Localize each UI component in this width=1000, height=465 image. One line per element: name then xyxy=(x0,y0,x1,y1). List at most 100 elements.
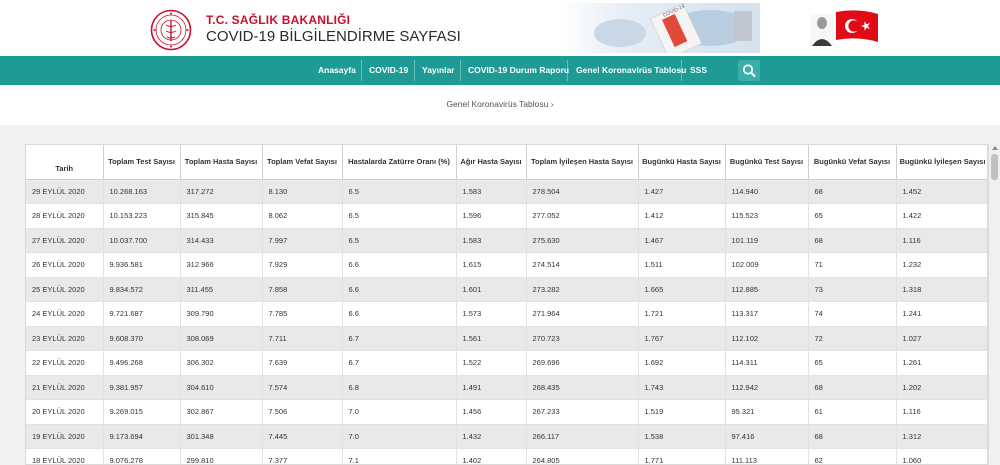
table-cell: 7.639 xyxy=(262,350,343,376)
column-header[interactable]: Bugünkü Test Sayısı xyxy=(725,145,809,180)
column-header[interactable]: Toplam Vefat Sayısı xyxy=(262,145,343,180)
table-cell: 1.422 xyxy=(896,203,987,229)
table-cell: 6.7 xyxy=(342,350,457,376)
search-button[interactable] xyxy=(738,60,760,81)
date-cell: 19 EYLÜL 2020 xyxy=(26,424,104,449)
table-cell: 65 xyxy=(808,350,897,376)
breadcrumb[interactable]: Genel Koronavirüs Tablosu › xyxy=(0,99,1000,109)
table-cell: 1.692 xyxy=(638,350,726,376)
table-cell: 278.504 xyxy=(526,179,639,204)
data-table: Tarih Toplam Test Sayısı Toplam Hasta Sa… xyxy=(26,145,987,464)
table-cell: 314.433 xyxy=(180,228,263,253)
nav-item-genel-tablo[interactable]: Genel Koronavirüs Tablosu xyxy=(576,56,686,85)
date-cell: 22 EYLÜL 2020 xyxy=(26,350,104,376)
covid-banner-image: COVID-19 xyxy=(560,3,760,53)
table-row: 21 EYLÜL 2020 9.381.957 304.610 7.574 6.8 1.4… xyxy=(26,375,987,400)
date-cell: 25 EYLÜL 2020 xyxy=(26,277,104,302)
date-cell: 24 EYLÜL 2020 xyxy=(26,301,104,327)
date-cell: 20 EYLÜL 2020 xyxy=(26,399,104,425)
nav-item-durum-raporu[interactable]: COVID-19 Durum Raporu xyxy=(468,56,569,85)
table-cell: 7.711 xyxy=(262,326,343,351)
table-cell: 65 xyxy=(808,203,897,229)
table-cell: 1.241 xyxy=(896,301,987,327)
nav-divider xyxy=(414,60,415,81)
table-cell: 9.269.015 xyxy=(103,399,181,425)
table-cell: 1.665 xyxy=(638,277,726,302)
table-row: 23 EYLÜL 2020 9.608.370 308.069 7.711 6.7 1.5… xyxy=(26,326,987,351)
column-header[interactable]: Toplam Hasta Sayısı xyxy=(180,145,263,180)
table-cell: 1.202 xyxy=(896,375,987,400)
column-header[interactable]: Ağır Hasta Sayısı xyxy=(456,145,527,180)
table-cell: 271.964 xyxy=(526,301,639,327)
table-cell: 315.845 xyxy=(180,203,263,229)
table-cell: 7.785 xyxy=(262,301,343,327)
date-cell: 23 EYLÜL 2020 xyxy=(26,326,104,351)
table-cell: 1.519 xyxy=(638,399,726,425)
table-body: 29 EYLÜL 2020 10.268.163 317.272 8.130 6.5 1.… xyxy=(26,179,987,464)
nav-divider xyxy=(681,60,682,81)
table-cell: 111.113 xyxy=(725,448,809,464)
table-row: 22 EYLÜL 2020 9.496.268 306.302 7.639 6.7 1.5… xyxy=(26,350,987,376)
table-cell: 1.743 xyxy=(638,375,726,400)
scrollbar-thumb[interactable] xyxy=(991,154,998,180)
table-cell: 1.511 xyxy=(638,252,726,278)
nav-item-sss[interactable]: SSS xyxy=(690,56,707,85)
table-cell: 112.885 xyxy=(725,277,809,302)
site-header: T.C. SAĞLIK BAKANLIĞI COVID-19 BİLGİLEND… xyxy=(0,0,1000,56)
table-row: 24 EYLÜL 2020 9.721.687 309.790 7.785 6.6 1.5… xyxy=(26,301,987,327)
table-cell: 1.427 xyxy=(638,179,726,204)
table-cell: 97.416 xyxy=(725,424,809,449)
table-cell: 1.456 xyxy=(456,399,527,425)
table-cell: 1.312 xyxy=(896,424,987,449)
scroll-up-arrow-icon[interactable] xyxy=(992,146,998,150)
table-scrollbar[interactable] xyxy=(988,144,1000,465)
column-header[interactable]: Tarih xyxy=(26,145,104,180)
nav-item-anasayfa[interactable]: Anasayfa xyxy=(318,56,356,85)
table-cell: 1.452 xyxy=(896,179,987,204)
table-cell: 306.302 xyxy=(180,350,263,376)
table-cell: 6.8 xyxy=(342,375,457,400)
table-cell: 101.119 xyxy=(725,228,809,253)
date-cell: 29 EYLÜL 2020 xyxy=(26,179,104,204)
table-cell: 309.790 xyxy=(180,301,263,327)
table-row: 26 EYLÜL 2020 9.936.581 312.966 7.929 6.6 1.6… xyxy=(26,252,987,278)
table-cell: 6.6 xyxy=(342,301,457,327)
table-cell: 9.721.687 xyxy=(103,301,181,327)
table-cell: 267.233 xyxy=(526,399,639,425)
table-cell: 6.5 xyxy=(342,203,457,229)
table-cell: 6.7 xyxy=(342,326,457,351)
nav-divider xyxy=(567,60,568,81)
site-title[interactable]: COVID-19 BİLGİLENDİRME SAYFASI xyxy=(206,28,461,45)
table-cell: 62 xyxy=(808,448,897,464)
column-header[interactable]: Bugünkü Hasta Sayısı xyxy=(638,145,726,180)
table-cell: 68 xyxy=(808,228,897,253)
table-cell: 304.610 xyxy=(180,375,263,400)
column-header[interactable]: Bugünkü İyileşen Sayısı xyxy=(896,145,987,180)
table-cell: 9.608.370 xyxy=(103,326,181,351)
nav-item-covid19[interactable]: COVID-19 xyxy=(369,56,408,85)
table-cell: 7.997 xyxy=(262,228,343,253)
table-cell: 8.130 xyxy=(262,179,343,204)
table-cell: 1.767 xyxy=(638,326,726,351)
table-cell: 1.318 xyxy=(896,277,987,302)
table-cell: 7.445 xyxy=(262,424,343,449)
ministry-logo-icon[interactable] xyxy=(150,9,192,51)
column-header[interactable]: Bugünkü Vefat Sayısı xyxy=(808,145,897,180)
table-cell: 68 xyxy=(808,375,897,400)
table-cell: 7.929 xyxy=(262,252,343,278)
table-cell: 268.435 xyxy=(526,375,639,400)
column-header[interactable]: Toplam İyileşen Hasta Sayısı xyxy=(526,145,639,180)
table-cell: 115.523 xyxy=(725,203,809,229)
nav-item-yayinlar[interactable]: Yayınlar xyxy=(422,56,455,85)
date-cell: 28 EYLÜL 2020 xyxy=(26,203,104,229)
table-cell: 1.583 xyxy=(456,228,527,253)
table-cell: 312.966 xyxy=(180,252,263,278)
table-cell: 311.455 xyxy=(180,277,263,302)
column-header[interactable]: Hastalarda Zatürre Oranı (%) xyxy=(342,145,457,180)
table-cell: 9.496.268 xyxy=(103,350,181,376)
table-cell: 112.942 xyxy=(725,375,809,400)
table-cell: 71 xyxy=(808,252,897,278)
table-row: 28 EYLÜL 2020 10.153.223 315.845 8.062 6.5 1.… xyxy=(26,203,987,229)
table-cell: 1.771 xyxy=(638,448,726,464)
column-header[interactable]: Toplam Test Sayısı xyxy=(103,145,181,180)
